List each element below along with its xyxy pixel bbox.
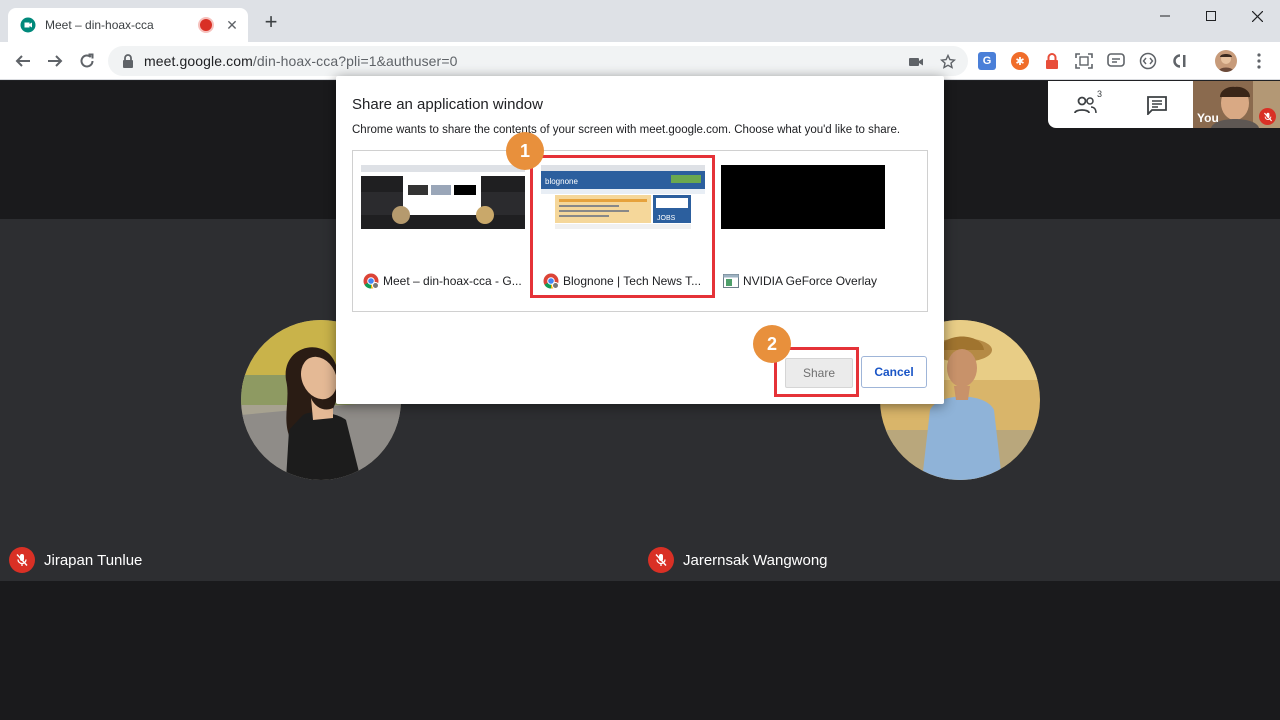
participant-label-2: Jarernsak Wangwong [648, 547, 828, 573]
new-tab-button[interactable]: + [260, 11, 282, 34]
lock-extension-icon[interactable] [1043, 52, 1061, 70]
participant-name: Jirapan Tunlue [44, 551, 143, 569]
window-label: NVIDIA GeForce Overlay [723, 273, 885, 289]
browser-titlebar: Meet – din-hoax-cca ✕ + [0, 0, 1280, 42]
camera-icon[interactable] [908, 54, 924, 70]
url-text: meet.google.com/din-hoax-cca?pli=1&authu… [144, 53, 457, 69]
dialog-description: Chrome wants to share the contents of yo… [352, 124, 901, 136]
translate-extension-icon[interactable]: G [978, 52, 996, 70]
chat-button[interactable] [1142, 93, 1172, 117]
recording-indicator-icon [198, 17, 214, 33]
people-count: 3 [1096, 89, 1102, 99]
minimize-button[interactable] [1142, 0, 1188, 32]
window-label-text: Meet – din-hoax-cca - G... [383, 274, 522, 288]
window-thumbnail [361, 165, 525, 229]
meet-bottom-band [0, 581, 1280, 720]
tab-title: Meet – din-hoax-cca [45, 18, 154, 32]
self-mic-off-icon [1259, 108, 1276, 125]
bookmark-star-icon[interactable] [940, 54, 956, 70]
participant-name: Jarernsak Wangwong [683, 551, 828, 569]
arrow-left-icon [15, 55, 30, 67]
people-icon [1074, 96, 1097, 114]
app-window-icon [723, 274, 739, 288]
share-button[interactable]: Share [785, 358, 853, 388]
self-view: You [1193, 81, 1280, 128]
tab-close-icon[interactable]: ✕ [224, 17, 240, 34]
dialog-title: Share an application window [352, 96, 543, 113]
participant-label-1: Jirapan Tunlue [9, 547, 142, 573]
window-thumbnail [721, 165, 885, 229]
maximize-button[interactable] [1188, 0, 1234, 32]
close-icon [1251, 10, 1263, 22]
line-extension-icon[interactable] [1107, 52, 1125, 70]
url-path: /din-hoax-cca?pli=1&authuser=0 [252, 53, 458, 69]
cancel-button[interactable]: Cancel [861, 356, 927, 388]
arrow-right-icon [48, 55, 63, 67]
self-view-label: You [1197, 111, 1219, 125]
code-extension-icon[interactable] [1139, 52, 1157, 70]
browser-menu-button[interactable] [1250, 52, 1268, 70]
back-button[interactable] [11, 49, 35, 73]
window-option-meet[interactable]: Meet – din-hoax-cca - G... [353, 155, 529, 295]
orange-extension-icon[interactable]: ✱ [1011, 52, 1029, 70]
step-badge-1: 1 [506, 132, 544, 170]
browser-toolbar: meet.google.com/din-hoax-cca?pli=1&authu… [0, 42, 1280, 80]
people-button[interactable]: 3 [1070, 89, 1102, 117]
forward-button[interactable] [43, 49, 67, 73]
mic-off-icon [9, 547, 35, 573]
profile-avatar[interactable] [1215, 50, 1237, 72]
reload-button[interactable] [75, 49, 99, 73]
window-close-button[interactable] [1234, 0, 1280, 32]
window-label: Meet – din-hoax-cca - G... [363, 273, 525, 289]
ci-extension-icon[interactable] [1171, 52, 1189, 70]
window-option-nvidia[interactable]: NVIDIA GeForce Overlay [713, 155, 889, 295]
mic-off-icon [648, 547, 674, 573]
lock-icon [123, 54, 133, 68]
kebab-menu-icon [1257, 53, 1261, 69]
minimize-icon [1160, 15, 1170, 17]
chat-icon [1147, 96, 1167, 115]
reload-icon [80, 53, 94, 68]
window-label-text: NVIDIA GeForce Overlay [743, 274, 878, 288]
meet-favicon-icon [20, 17, 36, 33]
browser-tab-meet[interactable]: Meet – din-hoax-cca ✕ [8, 8, 248, 42]
screenshot-extension-icon[interactable] [1075, 52, 1093, 70]
share-window-dialog: Share an application window Chrome wants… [336, 76, 944, 404]
address-bar[interactable]: meet.google.com/din-hoax-cca?pli=1&authu… [108, 46, 968, 76]
maximize-icon [1206, 11, 1216, 21]
meet-side-controls: 3 [1048, 81, 1193, 128]
selection-highlight-box [530, 155, 715, 298]
chrome-icon [363, 273, 379, 289]
url-host: meet.google.com [144, 53, 253, 69]
